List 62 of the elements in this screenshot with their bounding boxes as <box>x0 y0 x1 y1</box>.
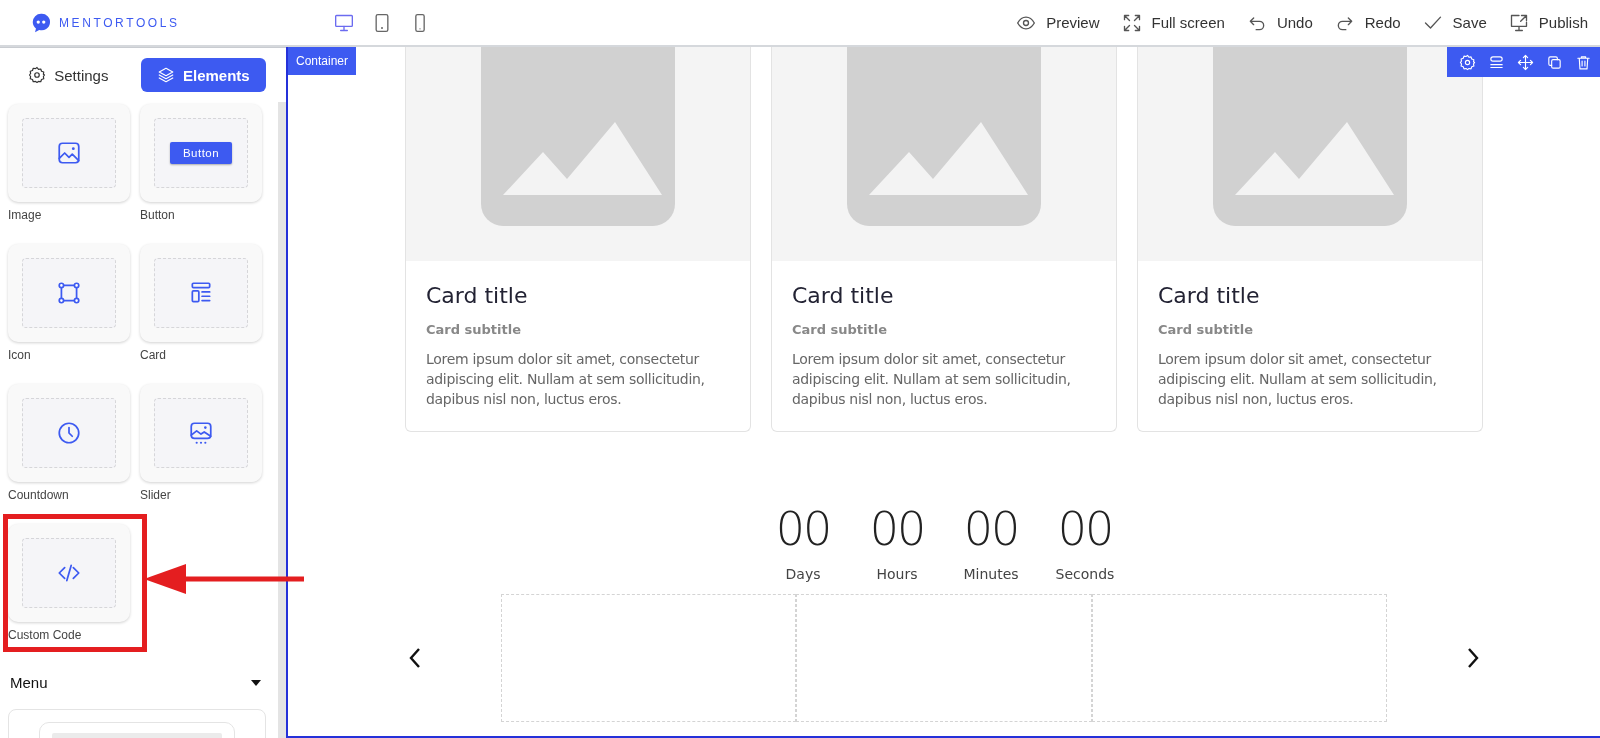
image-dots-icon <box>188 420 214 446</box>
layout-icon <box>188 280 214 306</box>
rows-icon[interactable] <box>1488 54 1505 71</box>
layers-icon <box>157 66 175 84</box>
copy-icon[interactable] <box>1546 54 1563 71</box>
element-tile[interactable]: Button <box>140 104 262 202</box>
element-label: Button <box>140 208 176 222</box>
redo-button[interactable]: Redo <box>1334 12 1401 33</box>
countdown-label: Seconds <box>1055 566 1115 582</box>
countdown-value: 00 <box>869 502 925 556</box>
caret-icon[interactable] <box>250 678 262 687</box>
countdown-label: Days <box>785 566 821 582</box>
settings-icon[interactable] <box>1459 54 1476 71</box>
square-nodes-icon <box>56 280 82 306</box>
countdown-label: Minutes <box>963 566 1019 582</box>
card-text: Lorem ipsum dolor sit amet, consectetur adipiscing elit. Nullam at sem sollicitudin, dapibus nisl non, luctus eros. <box>792 350 1072 409</box>
card-title: Card title <box>426 283 529 308</box>
card-text: Lorem ipsum dolor sit amet, consectetur adipiscing elit. Nullam at sem sollicitudin, dapibus nisl non, luctus eros. <box>1158 350 1438 409</box>
undo-button[interactable]: Undo <box>1246 12 1313 33</box>
card-subtitle: Card subtitle <box>792 322 888 337</box>
publish-button[interactable]: Publish <box>1508 12 1588 33</box>
element-label: Custom Code <box>8 628 83 642</box>
countdown-label: Hours <box>876 566 918 582</box>
element-label: Card <box>140 348 167 362</box>
trash-icon[interactable] <box>1575 54 1592 71</box>
button-preview: Button <box>169 142 233 164</box>
move-icon[interactable] <box>1517 54 1534 71</box>
element-tile[interactable] <box>8 104 130 202</box>
countdown-value: 00 <box>775 502 831 556</box>
image-icon <box>56 140 82 166</box>
clock-icon <box>56 420 82 446</box>
chevron-right-icon[interactable] <box>1465 646 1481 670</box>
element-label: Image <box>8 208 43 222</box>
settings-icon <box>28 66 47 84</box>
card-title: Card title <box>792 283 895 308</box>
card-title: Card title <box>1158 283 1261 308</box>
element-tile[interactable] <box>140 244 262 342</box>
elements-tab[interactable]: Elements <box>141 58 266 92</box>
element-tile[interactable] <box>8 384 130 482</box>
countdown-value: 00 <box>963 502 1019 556</box>
brand-name: MENTORTOOLS <box>59 15 180 30</box>
element-tile[interactable] <box>140 384 262 482</box>
settings-tab[interactable]: Settings <box>12 58 125 92</box>
element-label: Icon <box>8 348 32 362</box>
element-label: Countdown <box>8 488 70 502</box>
countdown-value: 00 <box>1057 502 1113 556</box>
card-subtitle: Card subtitle <box>1158 322 1254 337</box>
preview-button[interactable]: Preview <box>1016 12 1100 33</box>
section-title: Menu <box>10 674 48 691</box>
element-label: Slider <box>140 488 172 502</box>
card-text: Lorem ipsum dolor sit amet, consectetur adipiscing elit. Nullam at sem sollicitudin, dapibus nisl non, luctus eros. <box>426 350 706 409</box>
monitor-icon <box>334 12 354 33</box>
element-tile[interactable] <box>8 524 130 622</box>
chevron-left-icon[interactable] <box>407 646 423 670</box>
fullscreen-button[interactable]: Full screen <box>1121 12 1225 33</box>
scrollbar[interactable] <box>278 102 286 738</box>
monitor-arrow-icon <box>1508 12 1529 33</box>
element-tile[interactable] <box>8 244 130 342</box>
container-badge: Container <box>288 47 357 75</box>
expand-icon <box>1121 12 1142 33</box>
card-subtitle: Card subtitle <box>426 322 522 337</box>
save-button[interactable]: Save <box>1422 12 1487 33</box>
